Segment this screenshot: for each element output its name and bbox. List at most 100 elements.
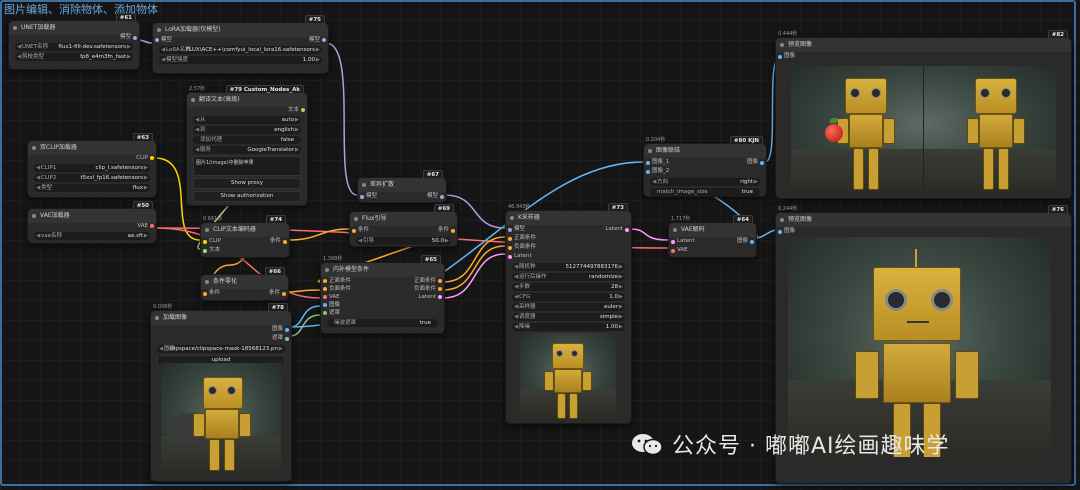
node-inpaint-model-conditioning[interactable]: 1.368秒 #65 内补模型条件 正面条件 正面条件 负面条件 负面条件 VAE L… [320,255,445,334]
output-pin[interactable] [133,36,137,40]
input-pin[interactable] [203,292,207,296]
io-model[interactable]: 模型 模型 [358,192,446,201]
output-pin[interactable] [282,292,286,296]
ksampler-preview-image[interactable] [520,333,616,419]
node-title[interactable]: CLIP文本编码器 [201,223,289,237]
widget-weight-dtype[interactable]: ◀ 剪枝类型 fp8_e4m3fn_fast ▶ [15,53,133,61]
widget-vae-name[interactable]: ◀ vae名称 ae.sft ▶ [34,232,150,240]
io-latent[interactable]: Latent [506,252,631,261]
input-pin[interactable] [323,295,327,299]
node-title[interactable]: 翻译文本(高级) [187,93,307,107]
widget-clip2[interactable]: ◀ CLIP2 t5xxl_fp16.safetensors ▶ [34,174,150,182]
node-preview-image-1[interactable]: 0.444秒 #82 预览图像 图像 [775,30,1072,199]
widget-from[interactable]: ◀ 从 auto ▶ [193,116,301,124]
widget-lora-name[interactable]: ◀ LoRA名称 FLUX\ACE++\comfyui_local_lora16.s… [159,46,322,54]
input-pin[interactable] [778,55,782,59]
widget-clip1[interactable]: ◀ CLIP1 clip_l.safetensors ▶ [34,164,150,172]
stitched-preview-image[interactable] [791,66,1056,194]
input-pin[interactable] [323,303,327,307]
widget-seed[interactable]: ◀ 随机种 512774497883176 ▶ [512,263,625,271]
node-unet-loader[interactable]: #61 UNET加载器 模型 ◀ UNET名称 flux1-fill-dev.saf… [8,13,140,70]
show-authorization-button[interactable]: Show authorization [193,191,301,202]
node-title[interactable]: 图像联结 [644,144,766,158]
input-pin[interactable] [508,246,512,250]
node-title[interactable]: 双CLIP加载器 [28,141,156,155]
input-pin[interactable] [203,240,207,244]
io-model[interactable]: 模型 Latent [506,225,631,234]
input-pin[interactable] [352,229,356,233]
output-pin[interactable] [438,295,442,299]
output-image[interactable]: 图像 [151,325,291,334]
output-clip[interactable]: CLIP [28,155,156,162]
io-image1[interactable]: 图像_1 图像 [644,158,766,167]
node-title[interactable]: 条件零化 [201,275,288,289]
io-negative[interactable]: 负面条件 [506,243,631,252]
output-pin[interactable] [438,279,442,283]
io-vae[interactable]: VAE [669,246,756,255]
input-pin[interactable] [323,311,327,315]
widget-sampler[interactable]: ◀ 采样器 euler ▶ [512,303,625,311]
node-clip-text-encode[interactable]: 0.661秒 #74 CLIP文本编码器 CLIP 条件 文本 [200,215,290,258]
node-image-stitch[interactable]: 0.204秒 #80 KJN 图像联结 图像_1 图像 图像_2 ◀ 方向 right… [643,136,767,197]
node-vae-decode[interactable]: 1.717秒 #64 VAE解码 Latent 图像 VAE [668,215,757,258]
io-mask[interactable]: 遮罩 [321,309,444,317]
input-pin[interactable] [646,170,650,174]
io-text[interactable]: 文本 [201,246,289,255]
node-title[interactable]: LoRA加载器(仅模型) [153,23,328,37]
node-title[interactable]: 加载图像 [151,311,291,325]
io-conditioning[interactable]: 条件 条件 [350,226,457,235]
widget-image-file[interactable]: ◀ 图像 clipspace/clipspace-mask-18568123.pn ▶ [157,345,285,353]
io-negative[interactable]: 负面条件 负面条件 [321,285,444,293]
input-pin[interactable] [508,237,512,241]
io-vae[interactable]: VAE Latent [321,293,444,301]
output-pin[interactable] [285,337,289,341]
widget-strength-model[interactable]: ◀ 模型强度 1.00 ▶ [159,56,322,64]
output-mask[interactable]: 遮罩 [151,334,291,343]
input-pin[interactable] [203,249,207,253]
widget-scheduler[interactable]: ◀ 调度器 simple ▶ [512,313,625,321]
input-pin[interactable] [155,38,159,42]
input-pin[interactable] [508,228,512,232]
io-image2[interactable]: 图像_2 [644,167,766,176]
widget-noise-mask[interactable]: 噪波遮罩 true [327,319,438,327]
output-pin[interactable] [438,287,442,291]
widget-unet-name[interactable]: ◀ UNET名称 flux1-fill-dev.safetensors ▶ [15,43,133,51]
loaded-image-preview[interactable] [161,363,281,475]
input-pin[interactable] [508,255,512,259]
io-latent[interactable]: Latent 图像 [669,237,756,246]
io-image[interactable]: 图像 [776,52,1071,61]
result-preview-image[interactable] [788,237,1051,457]
io-positive[interactable]: 正面条件 [506,234,631,243]
output-pin[interactable] [150,224,154,228]
widget-match-image-size[interactable]: match_image_size true [650,188,760,196]
input-pin[interactable] [323,287,327,291]
widget-service[interactable]: ◀ 服务 GoogleTranslator ▶ [193,146,301,154]
output-pin[interactable] [760,161,764,165]
node-title[interactable]: 差异扩散 [358,178,446,192]
output-pin[interactable] [285,328,289,332]
node-ksampler[interactable]: 46.943秒 #73 K采样器 模型 Latent 正面条件 负面条件 Late… [505,203,632,424]
node-conditioning-zero-out[interactable]: #66 条件零化 条件 条件 [200,267,289,301]
output-vae[interactable]: VAE [28,223,156,230]
output-pin[interactable] [451,229,455,233]
node-title[interactable]: Flux引导 [350,212,457,226]
io-image[interactable]: 图像 [321,301,444,309]
input-pin[interactable] [671,249,675,253]
output-text[interactable]: 文本 [187,107,307,114]
input-pin[interactable] [323,279,327,283]
node-flux-guidance[interactable]: #69 Flux引导 条件 条件 ◀ 引导 50.0 ▶ [349,204,458,247]
show-proxy-button[interactable]: Show proxy [193,178,301,189]
text-input[interactable]: 图片1(image)中删除苹果 [193,156,301,176]
output-pin[interactable] [322,38,326,42]
input-pin[interactable] [778,230,782,234]
node-vae-loader[interactable]: #50 VAE加载器 VAE ◀ vae名称 ae.sft ▶ [27,201,157,244]
output-pin[interactable] [440,195,444,199]
output-pin[interactable] [301,108,305,112]
widget-type[interactable]: ◀ 类型 flux ▶ [34,184,150,192]
node-load-image[interactable]: 0.008秒 #78 加载图像 图像 遮罩 ◀ 图像 clipspace/clips… [150,303,292,482]
node-title[interactable]: 预览图像 [776,38,1071,52]
node-translate-text[interactable]: 2.57秒 #79 Custom_Nodes_Ak 翻译文本(高级) 文本 ◀ 从… [186,85,308,206]
io-positive[interactable]: 正面条件 正面条件 [321,277,444,285]
widget-control-after-generate[interactable]: ◀ 运行后操作 randomize ▶ [512,273,625,281]
node-title[interactable]: K采样器 [506,211,631,225]
